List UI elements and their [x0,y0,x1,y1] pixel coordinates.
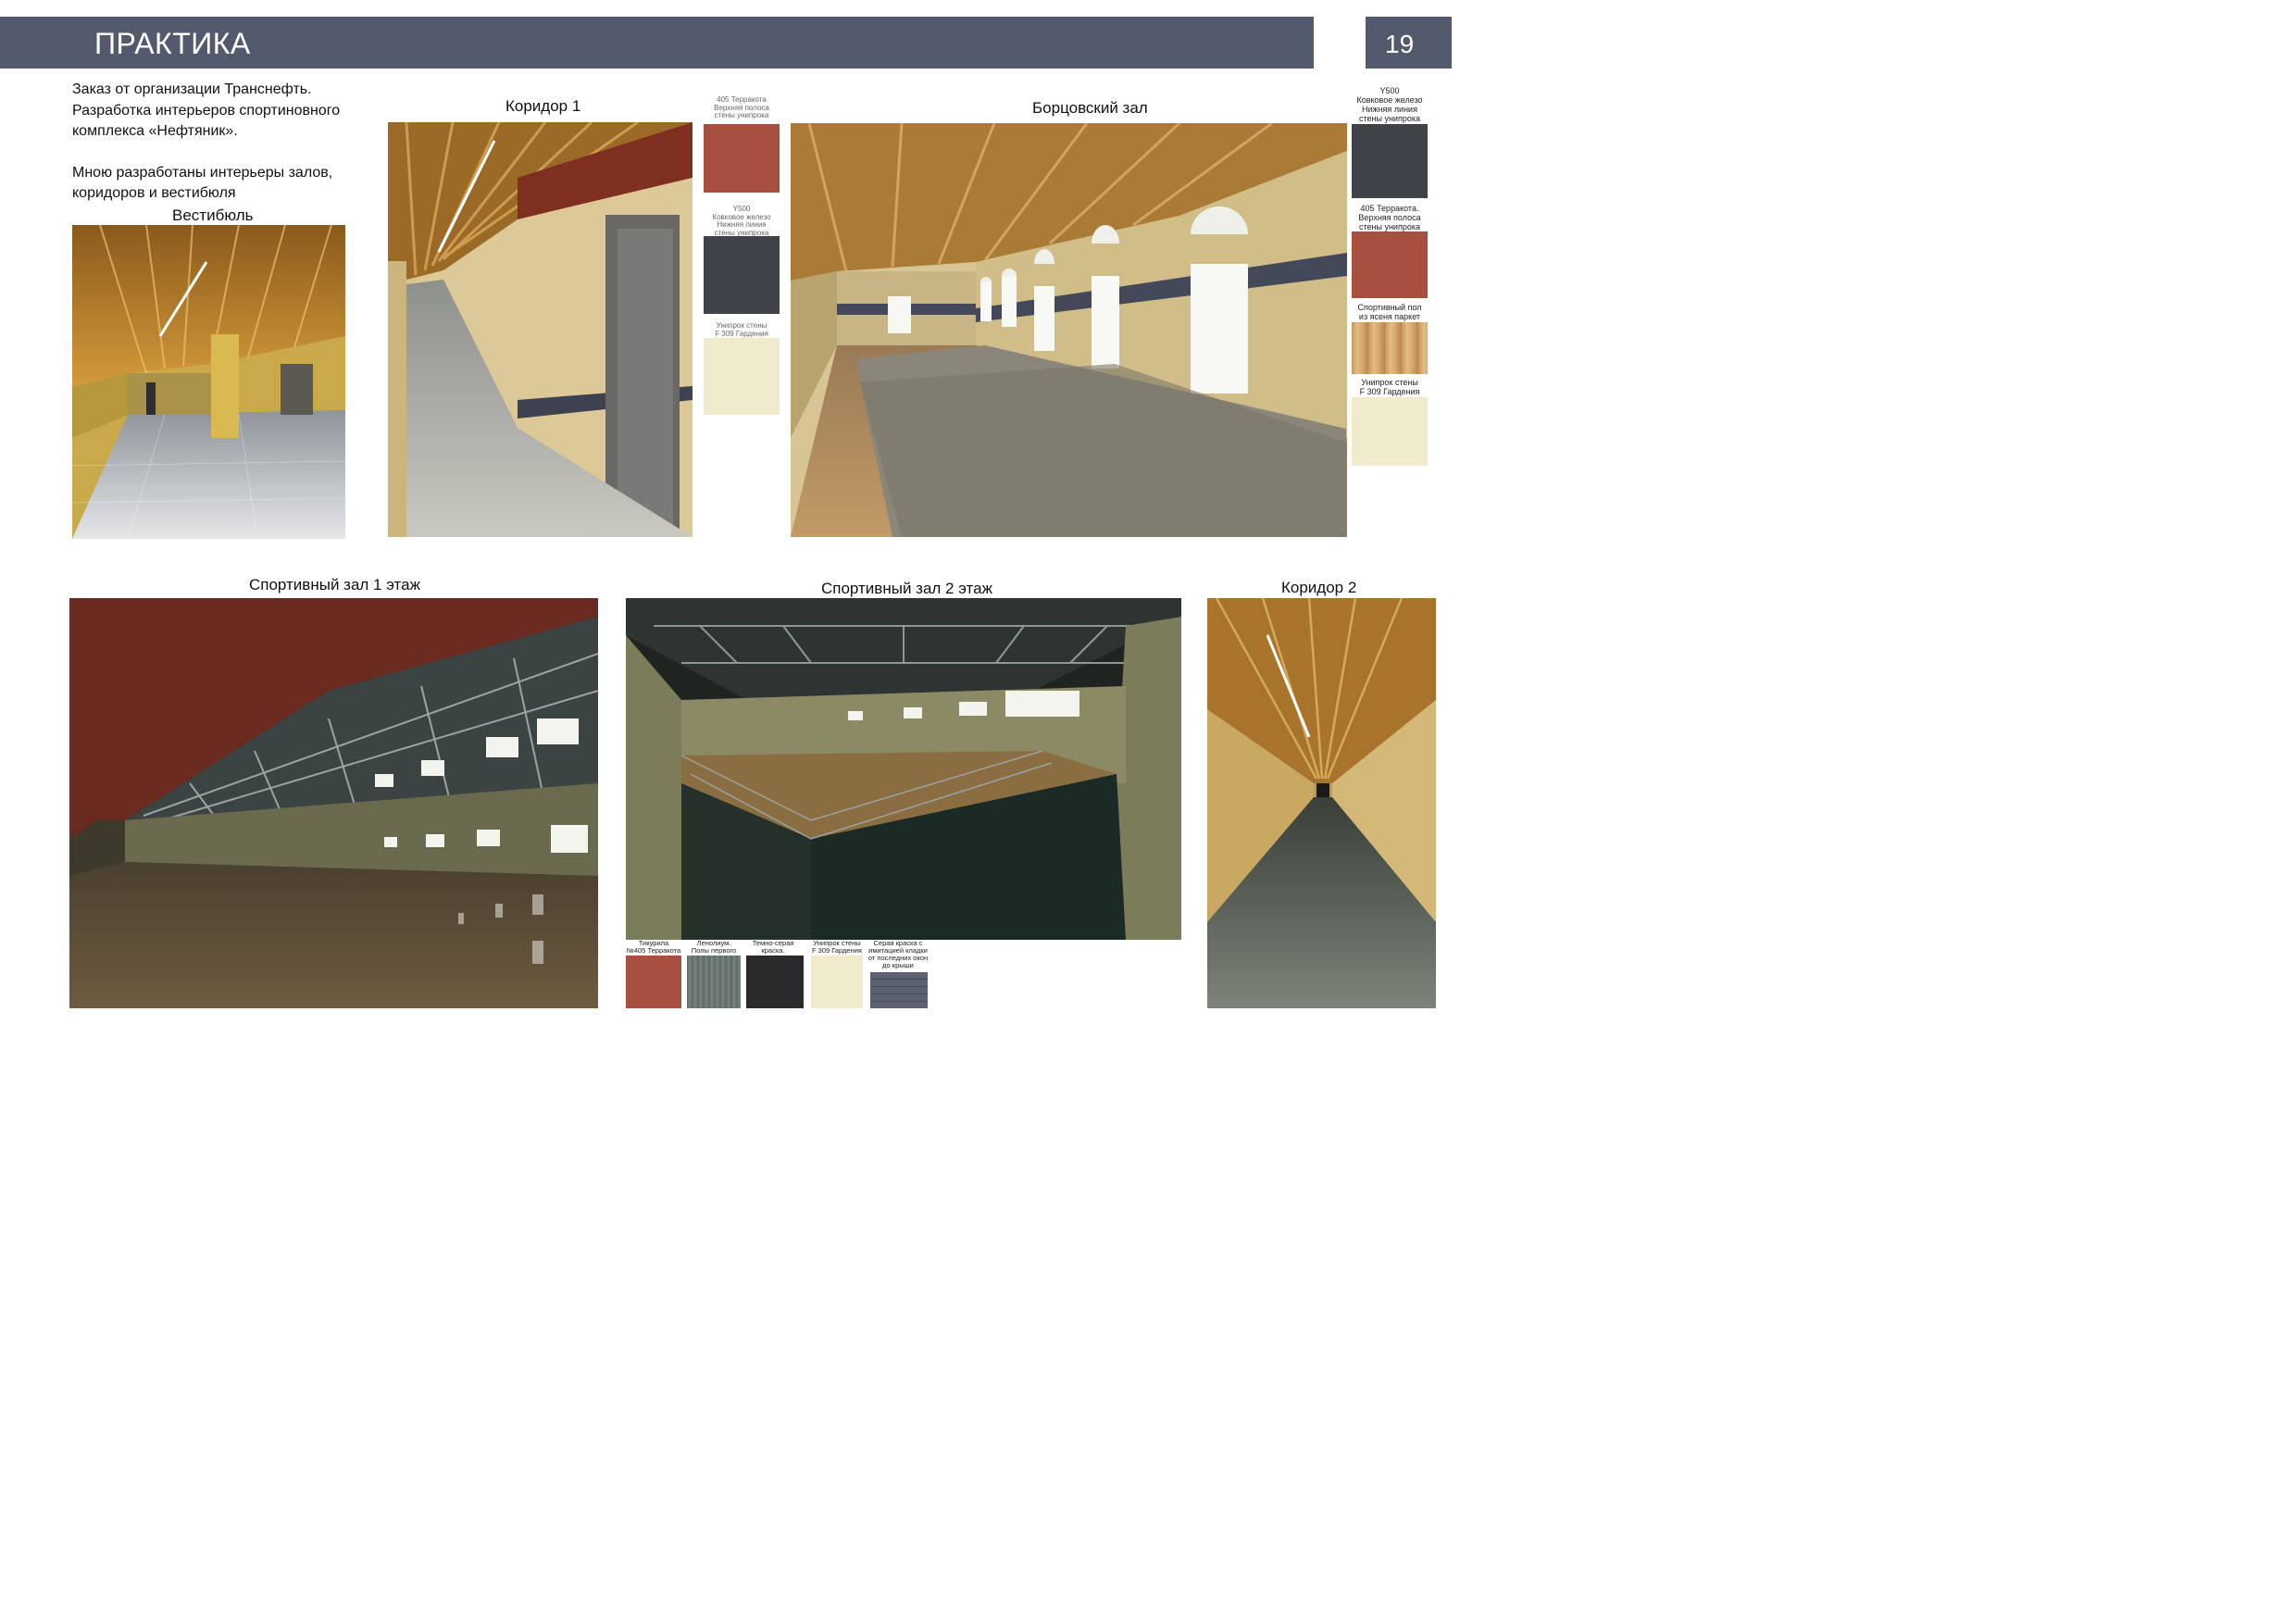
caption-corridor2: Коридор 2 [1281,579,1357,596]
swatch-gardenia [704,338,780,415]
caption-corridor1: Коридор 1 [505,97,581,115]
swatch-label: Унипрок стены F 309 Гардения [811,939,862,955]
swatch-label: Спортивный пол из ясеня паркет [1357,303,1422,321]
swatch-iron [1352,124,1428,198]
caption-sport1: Спортивный зал 1 этаж [249,576,420,593]
swatch-label: 405 Терракота. Верхняя полоса стены унипро… [1358,204,1421,231]
swatch-label: Тикурила №405 Терракота [626,939,681,955]
page-number: 19 [1385,30,1415,58]
swatch-label: Y500 Ковковое железо Нижняя линия стены уни… [1356,86,1423,123]
caption-vestibule: Вестибюль [172,206,254,224]
swatch-ash-parquet [1352,322,1428,374]
swatch-linoleum [687,956,741,1008]
swatch-terracotta [704,124,780,193]
wrestling-hall-render [791,123,1347,537]
corridor1-render [388,122,693,537]
swatch-label: Y500 Ковковое железо Нижняя линия стены уни… [712,205,771,237]
swatch-iron [704,236,780,314]
intro-line: Разработка интерьеров спортиновного [72,102,341,119]
page-title: ПРАКТИКА [94,27,251,60]
swatch-label: Унипрок стены F 309 Гардения [1359,378,1420,396]
intro-line: Заказ от организации Транснефть. [72,81,312,97]
swatch-brick-gray [870,972,928,1008]
swatch-terracotta [626,956,681,1008]
intro-line: комплекса «Нефтяник». [72,123,238,139]
swatch-label: 405 Терракота Верхняя полоса стены унипрок… [714,95,769,120]
header-white-box [1314,17,1366,69]
swatch-label: Унипрок стены F 309 Гардения [715,321,768,338]
corridor2-render [1207,598,1436,1008]
swatch-gardenia [1352,397,1428,466]
swatch-terracotta [1352,231,1428,298]
intro-text: Заказ от организации Транснефть. Разрабо… [72,80,387,205]
sport-hall1-render [69,598,598,1008]
caption-sport2: Спортивный зал 2 этаж [821,580,992,597]
swatch-gardenia [811,956,863,1008]
vestibule-render [72,225,345,539]
caption-wrestling: Борцовский зал [1032,99,1148,117]
sport-hall2-render [626,598,1181,940]
intro-line: коридоров и вестибюля [72,185,236,201]
swatch-dark-gray [746,956,804,1008]
intro-line: Мною разработаны интерьеры залов, [72,164,333,181]
swatch-label: Серая краска с имитацией кладки от последн… [867,939,929,969]
